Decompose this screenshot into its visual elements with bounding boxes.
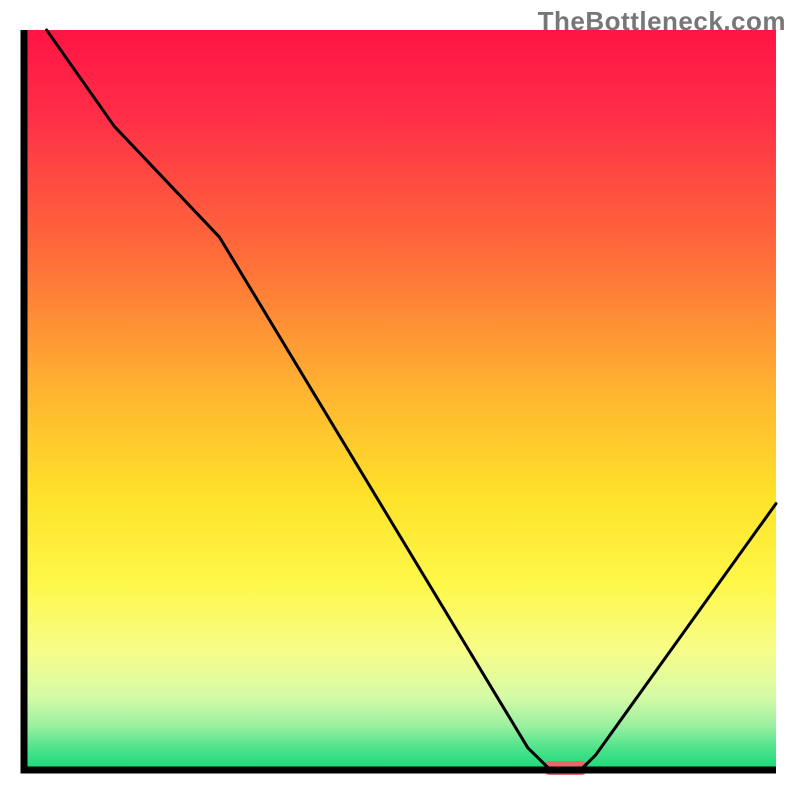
bottleneck-chart bbox=[0, 0, 800, 800]
watermark-text: TheBottleneck.com bbox=[538, 6, 786, 37]
chart-frame: TheBottleneck.com bbox=[0, 0, 800, 800]
